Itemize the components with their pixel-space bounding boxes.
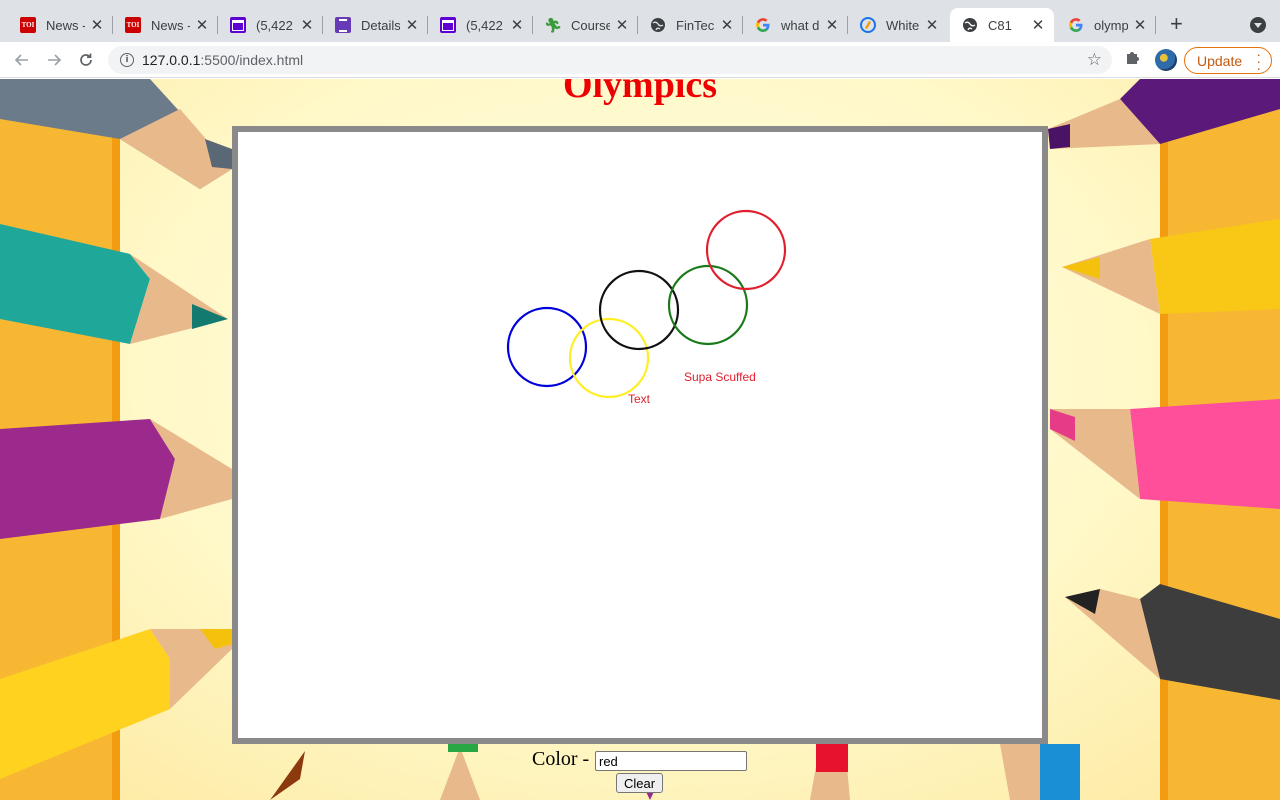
tab-mail-2[interactable]: (5,422 ✕ [428, 8, 533, 42]
canvas-text-label: Supa Scuffed [684, 370, 756, 384]
browser-toolbar: i 127.0.0.1:5500/index.html ☆ [0, 42, 1280, 78]
profile-avatar[interactable] [1155, 49, 1177, 71]
info-icon[interactable]: i [120, 53, 134, 67]
tab-mail-1[interactable]: (5,422 ✕ [218, 8, 323, 42]
more-menu-icon[interactable]: · · · [1256, 47, 1261, 75]
purple-pencil-icon [0, 419, 232, 539]
clear-button[interactable]: Clear [616, 773, 663, 793]
tab-whitehat[interactable]: WhiteH ✕ [848, 8, 948, 42]
close-icon[interactable]: ✕ [614, 16, 630, 34]
close-icon[interactable]: ✕ [1132, 16, 1148, 34]
page-title: Olympics [562, 79, 718, 106]
tab-what[interactable]: what d ✕ [743, 8, 848, 42]
bookmark-star-icon[interactable]: ☆ [1087, 50, 1102, 70]
tab-title: FinTech [676, 17, 715, 33]
toi-icon: TOI [20, 17, 36, 33]
tab-fintech[interactable]: FinTech ✕ [638, 8, 743, 42]
url-text: 127.0.0.1:5500/index.html [142, 52, 304, 68]
black-ring [598, 269, 680, 351]
mail-icon [440, 17, 456, 33]
close-icon[interactable]: ✕ [924, 16, 940, 34]
tab-title: Details [361, 17, 400, 33]
pink-pencil-icon [1050, 399, 1280, 509]
tab-title: Course [571, 17, 610, 33]
tab-title: News - [46, 17, 85, 33]
whitehat-icon [860, 17, 876, 33]
globe-icon [650, 17, 666, 33]
tab-title: (5,422 [466, 17, 503, 33]
yellow-ring [568, 317, 650, 399]
extensions-icon[interactable] [1124, 48, 1142, 71]
tab-title: what d [781, 17, 820, 33]
tab-course[interactable]: 🏃︎ Course ✕ [533, 8, 638, 42]
tab-c81[interactable]: C81 ✕ [950, 8, 1054, 42]
tab-olympics[interactable]: olympi ✕ [1056, 8, 1156, 42]
tab-title: News - [151, 17, 190, 33]
close-icon[interactable]: ✕ [299, 16, 315, 34]
tab-details[interactable]: Details ✕ [323, 8, 428, 42]
tab-title: C81 [988, 17, 1012, 33]
drawing-canvas[interactable]: Text Supa Scuffed [232, 126, 1048, 744]
new-tab-button[interactable]: + [1170, 13, 1183, 35]
canvas-drawing: Text Supa Scuffed [506, 209, 787, 406]
close-icon[interactable]: ✕ [719, 16, 735, 34]
google-icon [1068, 17, 1084, 33]
toi-icon: TOI [125, 17, 141, 33]
close-icon[interactable]: ✕ [1030, 16, 1046, 34]
color-label: Color - [532, 748, 590, 770]
globe-icon [962, 17, 978, 33]
reload-button[interactable] [74, 48, 98, 72]
close-icon[interactable]: ✕ [194, 16, 210, 34]
page-viewport: Olympics Text Supa Scuffed Color - Clear [0, 79, 1280, 800]
close-icon[interactable]: ✕ [89, 16, 105, 34]
canvas-text-label: Text [628, 392, 651, 406]
close-icon[interactable]: ✕ [404, 16, 420, 34]
red-ring [705, 209, 787, 291]
close-icon[interactable]: ✕ [509, 16, 525, 34]
controls: Color - Clear [0, 747, 1280, 797]
address-bar[interactable]: i 127.0.0.1:5500/index.html ☆ [108, 46, 1112, 74]
tab-title: olympi [1094, 17, 1128, 33]
color-input[interactable] [595, 751, 747, 771]
tab-title: (5,422 [256, 17, 293, 33]
back-button[interactable] [10, 48, 34, 72]
mail-icon [230, 17, 246, 33]
tab-news-2[interactable]: TOI News - ✕ [113, 8, 218, 42]
runner-icon: 🏃︎ [544, 16, 562, 33]
forms-icon [335, 17, 351, 33]
green-ring [667, 264, 749, 346]
tab-news-1[interactable]: TOI News - ✕ [8, 8, 113, 42]
tab-strip: TOI News - ✕ TOI News - ✕ (5,422 ✕ Detai… [0, 0, 1280, 42]
update-label: Update [1197, 52, 1243, 69]
google-icon [755, 17, 771, 33]
forward-button[interactable] [42, 48, 66, 72]
tab-search-icon[interactable] [1250, 17, 1266, 33]
close-icon[interactable]: ✕ [824, 16, 840, 34]
update-button[interactable]: Update · · · [1184, 47, 1272, 75]
tab-title: WhiteH [886, 17, 920, 33]
